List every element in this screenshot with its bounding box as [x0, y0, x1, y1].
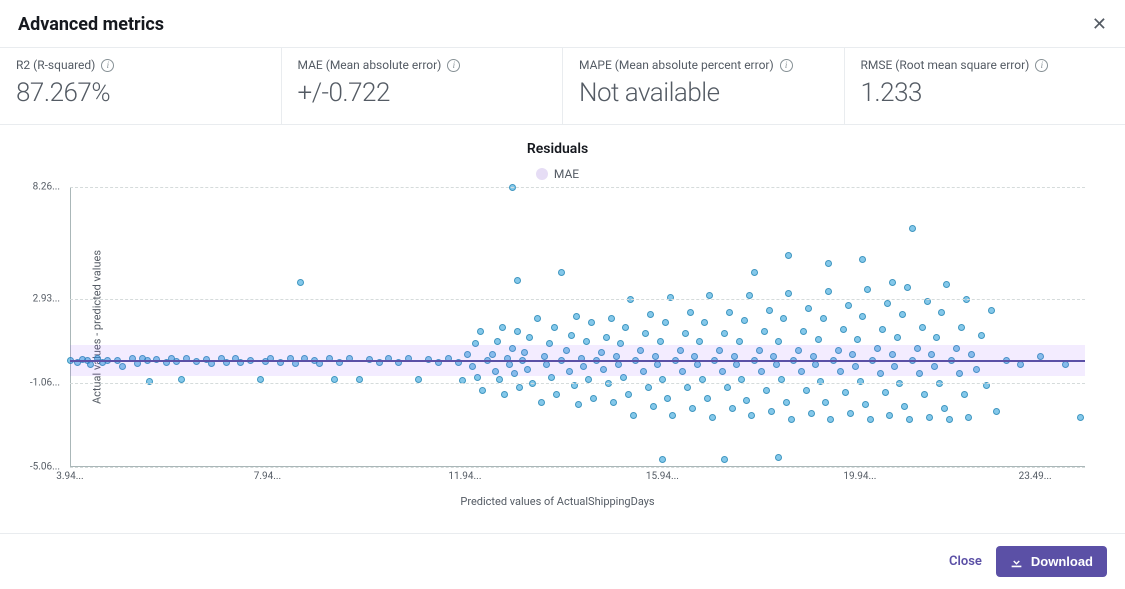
- modal-header: Advanced metrics ✕: [0, 0, 1125, 48]
- download-icon: [1010, 555, 1023, 568]
- download-button[interactable]: Download: [996, 546, 1107, 577]
- metric-r2-value: 87.267%: [16, 78, 265, 108]
- metric-rmse-label: RMSE (Root mean square error) i: [861, 58, 1110, 72]
- legend-label-mae: MAE: [554, 167, 579, 181]
- info-icon[interactable]: i: [780, 59, 793, 72]
- metric-r2-label-text: R2 (R-squared): [16, 58, 95, 72]
- x-ticks: 3.94...7.94...11.94...15.94...19.94...23…: [70, 467, 1085, 485]
- modal-footer: Close Download: [0, 533, 1125, 589]
- metric-rmse-label-text: RMSE (Root mean square error): [861, 58, 1030, 72]
- residuals-chart: Residuals MAE Actual values - predicted …: [0, 125, 1125, 533]
- reference-line: [70, 360, 1085, 362]
- metric-mae-label: MAE (Mean absolute error) i: [298, 58, 547, 72]
- metric-rmse-value: 1.233: [861, 78, 1110, 108]
- metrics-summary-row: R2 (R-squared) i 87.267% MAE (Mean absol…: [0, 48, 1125, 125]
- metric-r2: R2 (R-squared) i 87.267%: [0, 48, 281, 124]
- close-icon[interactable]: ✕: [1092, 16, 1107, 34]
- x-axis-label: Predicted values of ActualShippingDays: [10, 495, 1105, 508]
- metric-mape-value: Not available: [579, 78, 828, 108]
- metric-mae-value: +/-0.722: [298, 78, 547, 108]
- metric-mape-label: MAPE (Mean absolute percent error) i: [579, 58, 828, 72]
- info-icon[interactable]: i: [1035, 59, 1048, 72]
- modal-title: Advanced metrics: [18, 14, 164, 35]
- metric-mae-label-text: MAE (Mean absolute error): [298, 58, 442, 72]
- chart-title: Residuals: [10, 141, 1105, 157]
- chart-legend: MAE: [10, 167, 1105, 181]
- metric-rmse: RMSE (Root mean square error) i 1.233: [844, 48, 1125, 124]
- metric-mape: MAPE (Mean absolute percent error) i Not…: [562, 48, 844, 124]
- y-ticks: -5.06...-1.06...2.93...8.26...: [20, 187, 60, 467]
- download-button-label: Download: [1031, 554, 1093, 569]
- close-button[interactable]: Close: [949, 554, 982, 569]
- info-icon[interactable]: i: [447, 59, 460, 72]
- metric-mae: MAE (Mean absolute error) i +/-0.722: [281, 48, 563, 124]
- legend-swatch-mae: [536, 168, 548, 180]
- scatter-points: [70, 187, 1085, 467]
- metric-r2-label: R2 (R-squared) i: [16, 58, 265, 72]
- info-icon[interactable]: i: [101, 59, 114, 72]
- metric-mape-label-text: MAPE (Mean absolute percent error): [579, 58, 774, 72]
- chart-plot-area[interactable]: Actual values - predicted values -5.06..…: [70, 187, 1085, 467]
- advanced-metrics-modal: Advanced metrics ✕ R2 (R-squared) i 87.2…: [0, 0, 1125, 589]
